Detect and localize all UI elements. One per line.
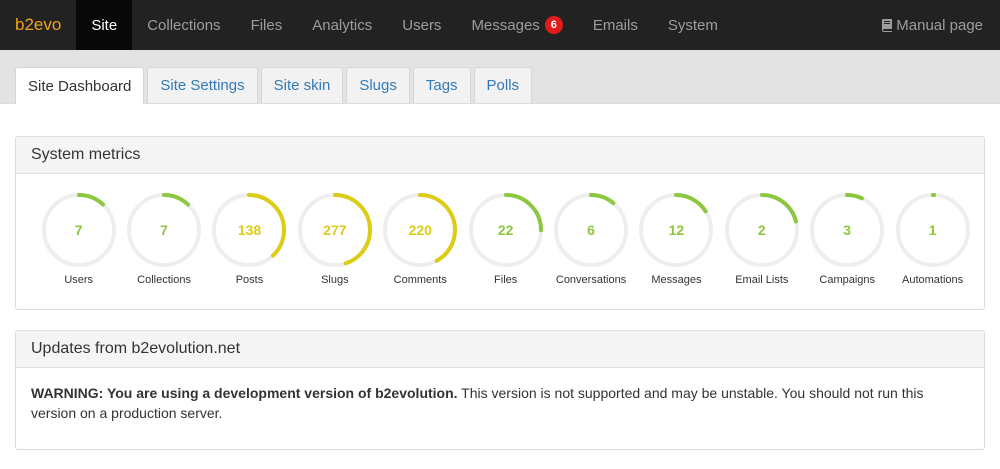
metric-gauge: 138 (211, 192, 287, 268)
tab-tags[interactable]: Tags (412, 67, 471, 103)
nav-item-users[interactable]: Users (387, 0, 456, 50)
metric-label: Files (494, 274, 518, 286)
metric-gauge: 7 (126, 192, 202, 268)
metric-comments: 220 Comments (378, 192, 463, 286)
metric-gauge: 277 (297, 192, 373, 268)
updates-panel: Updates from b2evolution.net WARNING: Yo… (15, 330, 985, 450)
metric-messages: 12 Messages (634, 192, 719, 286)
tab-site-settings[interactable]: Site Settings (147, 67, 258, 103)
metric-label: Campaigns (819, 274, 876, 286)
nav-item-site[interactable]: Site (76, 0, 133, 50)
nav-item-analytics[interactable]: Analytics (297, 0, 387, 50)
book-icon (882, 18, 893, 32)
metric-posts: 138 Posts (207, 192, 292, 286)
metric-email-lists: 2 Email Lists (719, 192, 804, 286)
tab-polls[interactable]: Polls (473, 67, 533, 103)
nav-item-emails[interactable]: Emails (578, 0, 653, 50)
system-metrics-title: System metrics (16, 137, 984, 174)
nav-item-files[interactable]: Files (236, 0, 298, 50)
metric-value: 7 (74, 222, 83, 238)
metric-gauge: 6 (553, 192, 629, 268)
metric-label: Messages (651, 274, 702, 286)
tab-slugs[interactable]: Slugs (346, 67, 410, 103)
nav-item-collections[interactable]: Collections (132, 0, 235, 50)
metric-automations: 1 Automations (890, 192, 975, 286)
nav-item-system[interactable]: System (653, 0, 733, 50)
messages-count-badge: 6 (544, 16, 563, 34)
dev-version-warning: WARNING: You are using a development ver… (16, 368, 984, 438)
tab-site-skin[interactable]: Site skin (260, 67, 344, 103)
metric-gauge: 7 (41, 192, 117, 268)
metric-value: 6 (587, 222, 595, 238)
metric-label: Comments (393, 274, 447, 286)
brand-logo[interactable]: b2evo (0, 0, 76, 50)
metric-gauge: 220 (382, 192, 458, 268)
metrics-row: 7 Users 7 Collections 138 Posts 277 Slugs 220 Com… (16, 174, 984, 286)
metric-value: 3 (843, 222, 852, 238)
metric-gauge: 3 (809, 192, 885, 268)
warning-bold-text: WARNING: You are using a development ver… (31, 385, 458, 401)
metric-label: Users (64, 274, 94, 286)
updates-title: Updates from b2evolution.net (16, 331, 984, 368)
metric-value: 7 (160, 222, 168, 238)
metric-conversations: 6 Conversations (548, 192, 633, 286)
nav-item-messages[interactable]: Messages 6 (456, 0, 577, 50)
metric-label: Collections (137, 274, 191, 286)
metric-value: 138 (237, 222, 262, 238)
metric-value: 220 (408, 222, 432, 238)
metric-collections: 7 Collections (121, 192, 206, 286)
metric-value: 12 (668, 222, 685, 238)
metric-value: 1 (928, 222, 937, 238)
metric-label: Email Lists (735, 274, 789, 286)
metric-gauge: 22 (468, 192, 544, 268)
metric-users: 7 Users (36, 192, 121, 286)
metric-gauge: 2 (724, 192, 800, 268)
metric-slugs: 277 Slugs (292, 192, 377, 286)
tab-site-dashboard[interactable]: Site Dashboard (15, 67, 145, 104)
metric-gauge: 12 (638, 192, 714, 268)
metric-files: 22 Files (463, 192, 548, 286)
manual-page-link[interactable]: Manual page (881, 0, 983, 50)
top-navbar: b2evo Site Collections Files Analytics U… (0, 0, 1000, 50)
metric-value: 2 (757, 222, 766, 238)
metric-value: 22 (497, 222, 514, 238)
tab-bar: Site Dashboard Site Settings Site skin S… (0, 50, 1000, 104)
metric-label: Posts (235, 274, 264, 286)
metric-label: Automations (902, 274, 964, 286)
system-metrics-panel: System metrics 7 Users 7 Collections 138 Post… (15, 136, 985, 310)
metric-value: 277 (323, 222, 347, 238)
metric-label: Conversations (555, 274, 627, 286)
metric-gauge: 1 (895, 192, 971, 268)
metric-label: Slugs (321, 274, 349, 286)
metric-campaigns: 3 Campaigns (805, 192, 890, 286)
